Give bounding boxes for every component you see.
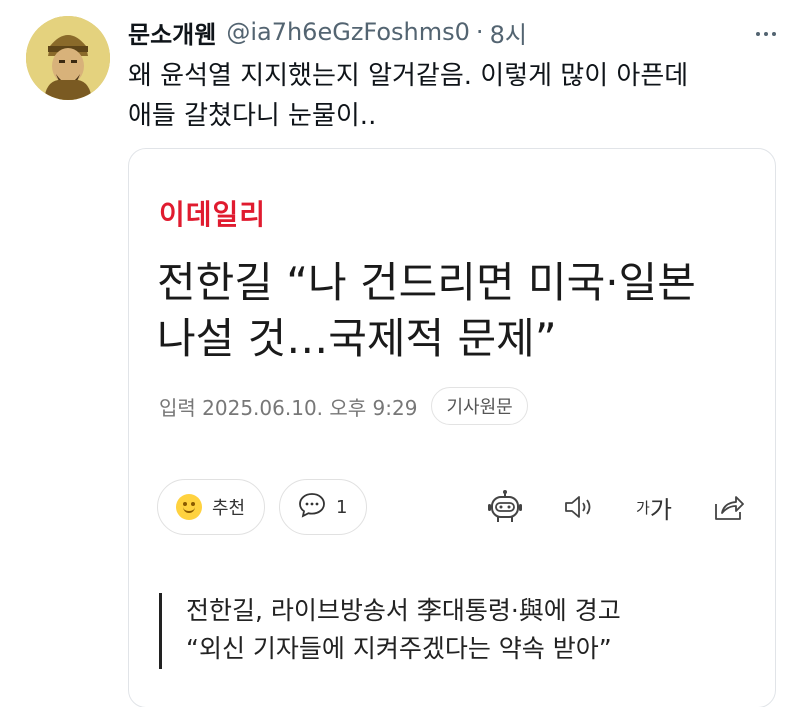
subheadline-line: 전한길, 라이브방송서 李대통령·與에 경고 xyxy=(186,596,621,625)
separator-dot: · xyxy=(475,18,484,46)
article-dateline: 입력 2025.06.10. 오후 9:29 기사원문 xyxy=(159,387,528,425)
original-article-button[interactable]: 기사원문 xyxy=(431,387,528,425)
share-icon[interactable] xyxy=(707,487,751,527)
headline-line: 전한길 “나 건드리면 미국·일본 xyxy=(157,258,696,307)
recommend-label: 추천 xyxy=(212,498,246,519)
tweet-text-line: 애들 갈쳤다니 눈물이.. xyxy=(128,101,377,131)
headline-line: 나설 것…국제적 문제” xyxy=(157,314,557,363)
article-card[interactable]: 이데일리 전한길 “나 건드리면 미국·일본 나설 것…국제적 문제” 입력 2… xyxy=(128,148,776,707)
tweet-time[interactable]: 8시 xyxy=(490,15,527,50)
font-size-large: 가 xyxy=(649,495,672,524)
press-logo: 이데일리 xyxy=(159,198,267,231)
tweet-text-line: 왜 윤석열 지지했는지 알거같음. 이렇게 많이 아픈데 xyxy=(128,61,689,91)
speaker-icon[interactable] xyxy=(557,487,601,527)
smile-icon xyxy=(176,494,202,520)
tweet-text: 왜 윤석열 지지했는지 알거같음. 이렇게 많이 아픈데 애들 갈쳤다니 눈물이… xyxy=(128,56,768,136)
font-size-icon[interactable]: 가가 xyxy=(629,487,679,527)
author-handle[interactable]: @ia7h6eGzFoshms0 xyxy=(226,18,470,46)
tweet-header: 문소개웬 @ia7h6eGzFoshms0 · 8시 xyxy=(128,14,527,50)
subheadline-line: “외신 기자들에 지켜주겠다는 약속 받아” xyxy=(186,634,612,663)
author-name[interactable]: 문소개웬 xyxy=(128,15,216,50)
comment-button[interactable]: 1 xyxy=(279,479,367,535)
comment-icon xyxy=(298,492,326,522)
comment-count: 1 xyxy=(336,496,348,518)
article-date: 입력 2025.06.10. 오후 9:29 xyxy=(159,395,418,420)
font-size-small: 가 xyxy=(636,498,650,517)
article-subheadline: 전한길, 라이브방송서 李대통령·與에 경고 “외신 기자들에 지켜주겠다는 약… xyxy=(159,593,621,669)
robot-icon[interactable] xyxy=(483,487,527,527)
avatar[interactable] xyxy=(26,16,110,100)
more-icon[interactable] xyxy=(748,22,784,46)
recommend-button[interactable]: 추천 xyxy=(157,479,265,535)
article-headline: 전한길 “나 건드리면 미국·일본 나설 것…국제적 문제” xyxy=(157,255,757,367)
